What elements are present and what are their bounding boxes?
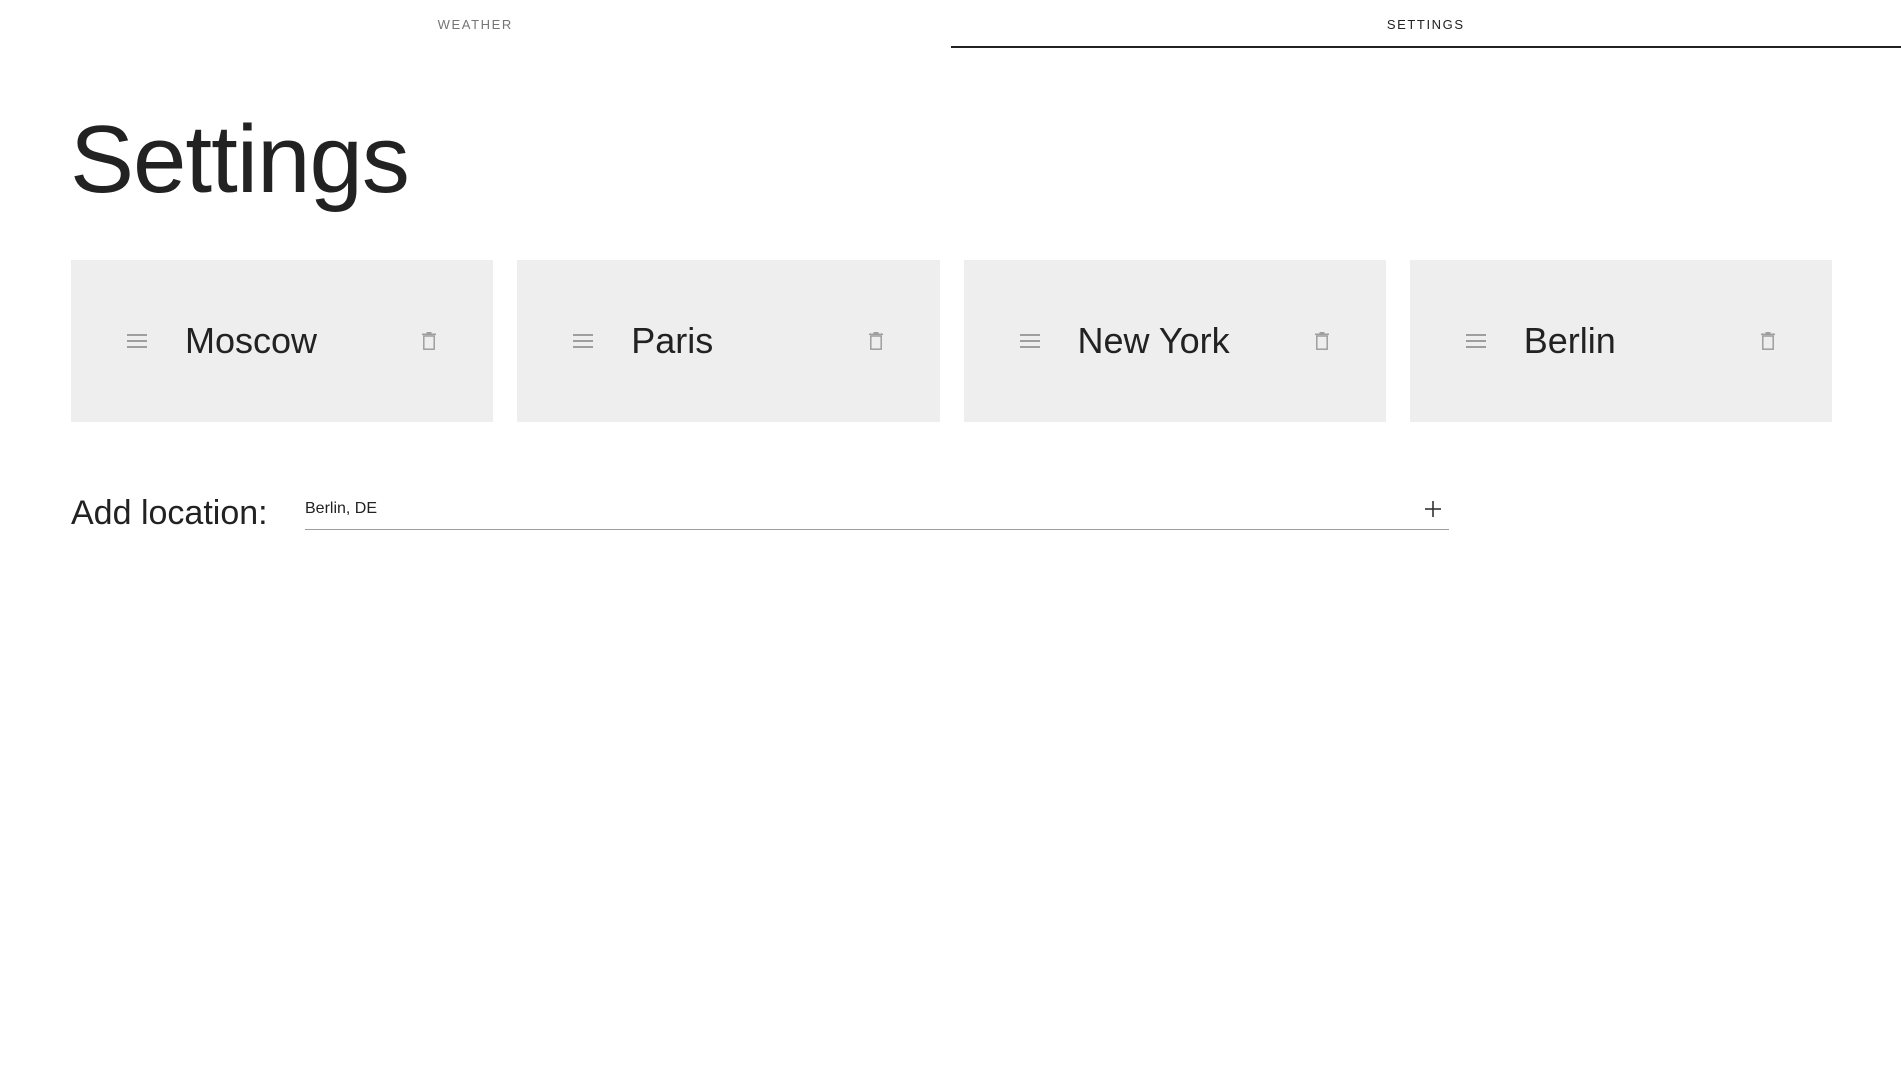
tab-settings-label: Settings (1386, 16, 1465, 32)
drag-handle-icon[interactable] (127, 334, 147, 348)
drag-handle-icon[interactable] (573, 334, 594, 348)
tab-weather[interactable]: Weather (0, 0, 951, 48)
add-location-label: Add location: (71, 494, 268, 532)
add-location-field (305, 488, 1449, 530)
tab-settings[interactable]: Settings (950, 0, 1901, 48)
location-name: New York (1077, 320, 1230, 361)
drag-handle-icon[interactable] (1019, 334, 1040, 348)
trash-icon (868, 332, 883, 350)
add-location-input[interactable] (305, 488, 1419, 529)
delete-location-button[interactable] (1756, 329, 1780, 353)
tab-bar: Weather Settings (0, 0, 1901, 48)
location-name: Moscow (185, 320, 318, 361)
add-location-button[interactable] (1419, 495, 1447, 523)
plus-icon (1425, 500, 1441, 517)
location-name: Berlin (1523, 320, 1616, 361)
add-location-row: Add location: (71, 488, 1449, 538)
trash-icon (1761, 332, 1775, 350)
drag-handle-icon[interactable] (1465, 334, 1486, 348)
trash-icon (1314, 332, 1329, 350)
location-list: Moscow Paris New York Berlin (71, 260, 1832, 422)
location-card: Berlin (1409, 260, 1832, 422)
tab-weather-label: Weather (437, 16, 513, 32)
location-card: Moscow (71, 260, 494, 422)
delete-location-button[interactable] (864, 329, 888, 353)
delete-location-button[interactable] (1310, 329, 1334, 353)
location-card: Paris (517, 260, 940, 422)
location-card: New York (963, 260, 1386, 422)
location-name: Paris (631, 320, 714, 361)
trash-icon (422, 332, 437, 350)
delete-location-button[interactable] (417, 329, 441, 353)
page-title: Settings (70, 106, 410, 213)
